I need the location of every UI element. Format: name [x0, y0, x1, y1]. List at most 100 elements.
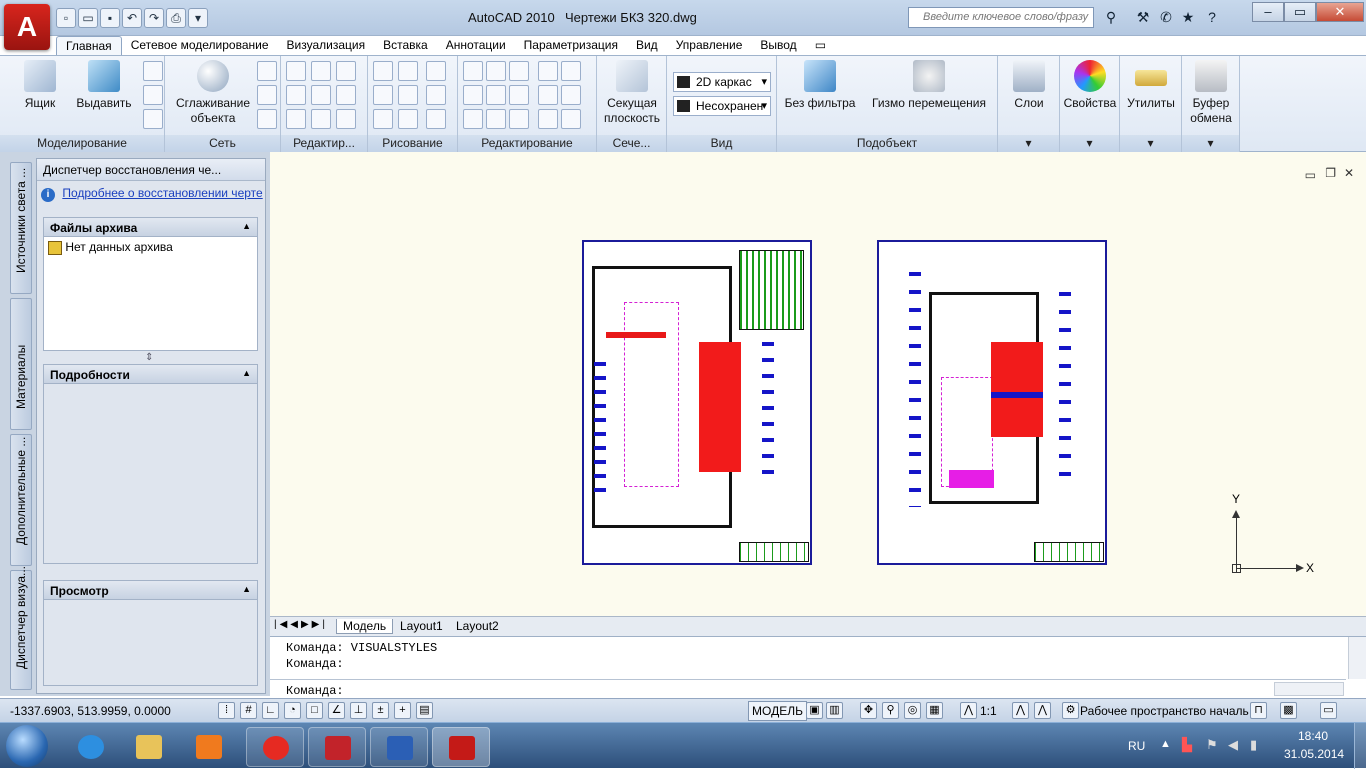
save-icon[interactable]: ▪ — [100, 8, 120, 28]
binoculars-icon[interactable]: ⚲ — [1100, 7, 1122, 28]
viewport-minimize-icon[interactable]: ▭ — [1305, 168, 1316, 182]
ortho-icon[interactable]: ∟ — [262, 702, 279, 719]
tool-icon[interactable] — [486, 61, 506, 81]
tool-icon[interactable] — [538, 85, 558, 105]
utilities-button[interactable]: Утилиты — [1122, 60, 1180, 111]
vtab-visual-manager[interactable]: Диспетчер визуа... — [10, 566, 32, 690]
new-icon[interactable]: ▫ — [56, 8, 76, 28]
ducs-icon[interactable]: ⊥ — [350, 702, 367, 719]
open-icon[interactable]: ▭ — [78, 8, 98, 28]
taskbar-word[interactable] — [370, 727, 428, 767]
tool-icon[interactable] — [561, 61, 581, 81]
app-menu-button[interactable]: A — [4, 4, 50, 50]
visual-style-select[interactable]: 2D каркас — [673, 72, 771, 92]
circle-icon[interactable] — [426, 85, 446, 105]
tool-icon[interactable] — [561, 109, 581, 129]
tab-model[interactable]: Модель — [336, 619, 394, 634]
tab-layout2[interactable]: Layout2 — [450, 619, 505, 633]
network-icon[interactable]: ▙ — [1182, 737, 1192, 753]
view-select[interactable]: Несохранен — [673, 96, 771, 116]
viewport-restore-icon[interactable]: ❐ — [1325, 166, 1336, 180]
extrude-button[interactable]: Выдавить — [74, 60, 134, 111]
ribbon-minimize-icon[interactable]: ▭ — [806, 36, 835, 56]
wrench-icon[interactable]: ⚒ — [1132, 7, 1154, 28]
signal-icon[interactable]: ▮ — [1250, 737, 1257, 753]
tool-icon[interactable] — [311, 85, 331, 105]
auto-scale-icon[interactable]: ⋀ — [1034, 702, 1051, 719]
intersect-icon[interactable] — [286, 109, 306, 129]
tool-icon[interactable] — [463, 85, 483, 105]
polar-icon[interactable]: ◔ — [284, 702, 301, 719]
tab-home[interactable]: Главная — [56, 36, 122, 56]
lock-icon[interactable]: ⊓ — [1250, 702, 1267, 719]
details-header[interactable]: Подробности — [43, 364, 258, 384]
polygon-icon[interactable] — [373, 109, 393, 129]
help-icon[interactable]: ? — [1201, 7, 1223, 28]
close-button[interactable]: ✕ — [1316, 2, 1364, 22]
clean-screen-icon[interactable]: ▭ — [1320, 702, 1337, 719]
tool-icon[interactable] — [398, 61, 418, 81]
taskbar-ie[interactable] — [62, 727, 120, 767]
utilities-expand-icon[interactable]: ▾ — [1120, 135, 1181, 152]
otrack-icon[interactable]: ∠ — [328, 702, 345, 719]
tab-insert[interactable]: Вставка — [374, 36, 437, 56]
drawing-sheet-left[interactable] — [582, 240, 812, 565]
tool-icon[interactable] — [538, 61, 558, 81]
print-icon[interactable]: ⎙ — [166, 8, 186, 28]
start-button[interactable] — [6, 725, 48, 767]
line-icon[interactable] — [398, 85, 418, 105]
clock-date[interactable]: 31.05.2014 — [1284, 747, 1344, 761]
flag-icon[interactable]: ⚑ — [1206, 737, 1218, 753]
maximize-button[interactable]: ▭ — [1284, 2, 1316, 22]
annotation-visibility-icon[interactable]: ⋀ — [1012, 702, 1029, 719]
taskbar-yandex[interactable] — [246, 727, 304, 767]
vtab-materials[interactable]: Материалы — [10, 298, 32, 430]
vtab-lights[interactable]: Источники света ... — [10, 162, 32, 294]
redo-icon[interactable]: ↷ — [144, 8, 164, 28]
tool-icon[interactable] — [311, 61, 331, 81]
drawing-sheet-right[interactable] — [877, 240, 1107, 565]
array-icon[interactable] — [463, 109, 483, 129]
command-hscrollbar[interactable] — [1274, 682, 1344, 696]
zoom-icon[interactable]: ⚲ — [882, 702, 899, 719]
layers-expand-icon[interactable]: ▾ — [998, 135, 1059, 152]
volume-icon[interactable]: ◀ — [1228, 737, 1238, 753]
qp-icon[interactable]: ▤ — [416, 702, 433, 719]
tool-icon[interactable] — [336, 61, 356, 81]
viewport-close-icon[interactable]: ✕ — [1344, 166, 1354, 180]
rectangle-icon[interactable] — [398, 109, 418, 129]
properties-button[interactable]: Свойства — [1062, 60, 1118, 111]
star-icon[interactable]: ★ — [1177, 7, 1199, 28]
tool-icon[interactable] — [486, 85, 506, 105]
qat-dropdown-icon[interactable]: ▾ — [188, 8, 208, 28]
coordinates-readout[interactable]: -1337.6903, 513.9959, 0.0000 — [10, 704, 171, 718]
layout-icon[interactable]: ▣ — [806, 702, 823, 719]
move-icon[interactable] — [463, 61, 483, 81]
tray-expand-icon[interactable]: ▲ — [1160, 738, 1171, 750]
lineweight-icon[interactable]: + — [394, 702, 411, 719]
gizmo-button[interactable]: Гизмо перемещения — [869, 60, 989, 111]
solid-tool-icon[interactable] — [143, 109, 163, 129]
clipboard-expand-icon[interactable]: ▾ — [1182, 135, 1239, 152]
splitter-icon[interactable]: ⇕ — [145, 352, 153, 363]
tab-view[interactable]: Вид — [627, 36, 667, 56]
union-icon[interactable] — [286, 61, 306, 81]
communication-icon[interactable]: ✆ — [1155, 7, 1177, 28]
taskbar-app[interactable] — [308, 727, 366, 767]
tab-annotate[interactable]: Аннотации — [437, 36, 515, 56]
hardware-icon[interactable]: ▩ — [1280, 702, 1297, 719]
tool-icon[interactable] — [336, 109, 356, 129]
model-space-button[interactable]: МОДЕЛЬ — [748, 701, 807, 721]
layers-button[interactable]: Слои — [1006, 60, 1052, 111]
drawing-canvas[interactable]: ▭ ❐ ✕ Y X — [270, 152, 1366, 616]
command-scrollbar[interactable] — [1348, 637, 1366, 679]
tab-parametric[interactable]: Параметризация — [515, 36, 627, 56]
grid-icon[interactable]: # — [240, 702, 257, 719]
spline-icon[interactable] — [373, 85, 393, 105]
subtract-icon[interactable] — [286, 85, 306, 105]
solid-tool-icon[interactable] — [143, 61, 163, 81]
annotation-scale-icon[interactable]: ⋀ — [960, 702, 977, 719]
ellipse-icon[interactable] — [426, 109, 446, 129]
mesh-tool-icon[interactable] — [257, 61, 277, 81]
mesh-tool-icon[interactable] — [257, 85, 277, 105]
